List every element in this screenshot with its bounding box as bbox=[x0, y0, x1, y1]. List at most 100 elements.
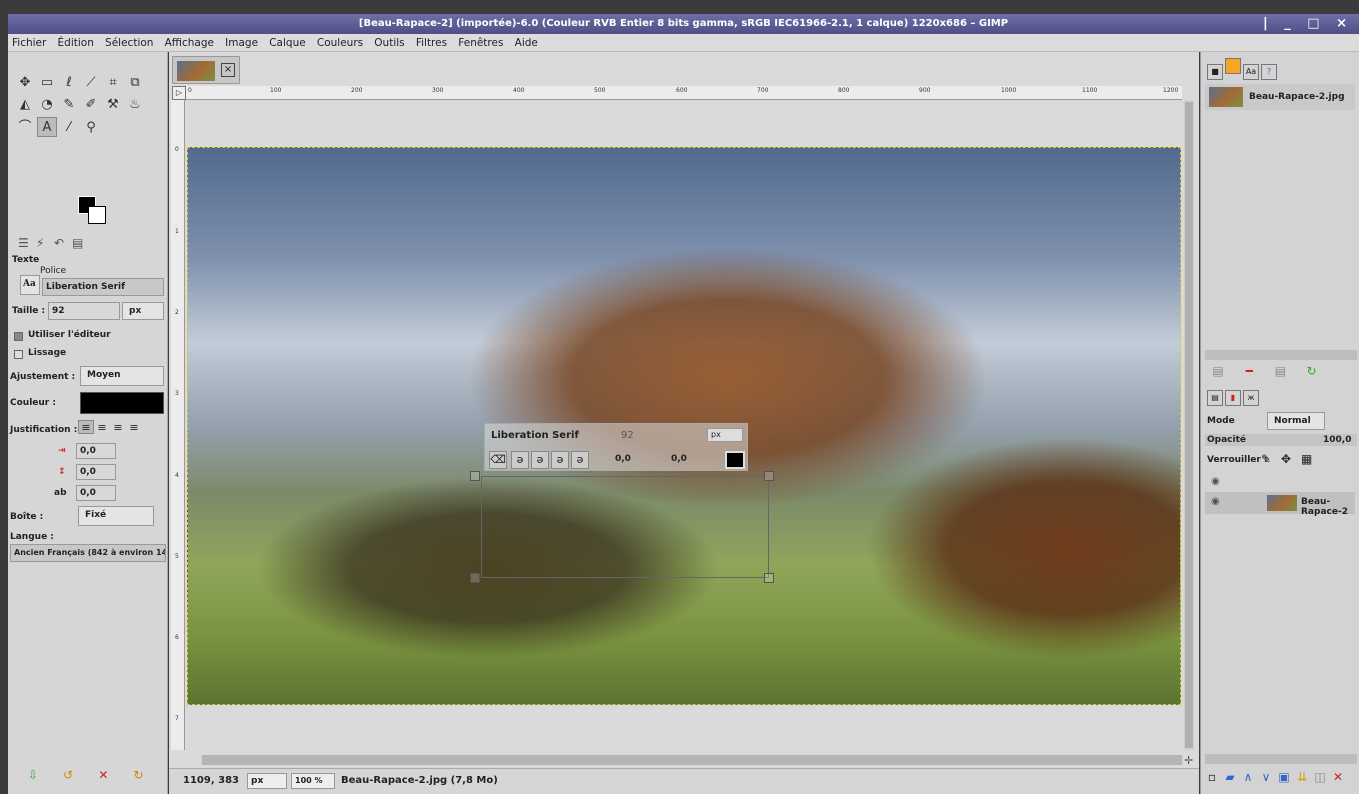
use-editor-checkbox[interactable] bbox=[14, 332, 23, 341]
restore-options-icon[interactable]: ↺ bbox=[59, 768, 77, 782]
overlay-baseline-input[interactable]: 0,0 bbox=[615, 454, 631, 464]
quick-mask-toggle-icon[interactable]: ▷ bbox=[172, 86, 186, 100]
visibility-eye-icon[interactable]: ◉ bbox=[1211, 497, 1223, 507]
background-color-swatch[interactable] bbox=[88, 206, 106, 224]
menu-filtres[interactable]: Filtres bbox=[412, 34, 451, 52]
visibility-eye-icon[interactable]: ◉ bbox=[1211, 477, 1223, 487]
layers-scrollbar[interactable] bbox=[1205, 754, 1357, 764]
fonts-tab-icon[interactable]: Aa bbox=[1243, 64, 1259, 80]
new-layer-icon[interactable]: ▫ bbox=[1203, 770, 1221, 784]
transform-tool-icon[interactable]: ⧉ bbox=[125, 73, 145, 93]
opacity-row[interactable]: Opacité 100,0 bbox=[1205, 434, 1357, 446]
justify-left-icon[interactable]: ≡ bbox=[78, 420, 94, 434]
refresh-icon[interactable]: ↻ bbox=[1303, 364, 1321, 378]
unit-select[interactable]: px bbox=[247, 773, 287, 789]
overlay-font-field[interactable]: Liberation Serif bbox=[491, 430, 579, 441]
size-unit-select[interactable]: px bbox=[122, 302, 164, 320]
zoom-tool-icon[interactable]: ⚲ bbox=[81, 118, 101, 138]
move-tool-icon[interactable]: ✥ bbox=[15, 73, 35, 93]
bucket-fill-tool-icon[interactable]: ◭ bbox=[15, 95, 35, 115]
font-field[interactable]: Liberation Serif bbox=[42, 278, 164, 296]
navigate-icon[interactable]: ✛ bbox=[1184, 755, 1196, 767]
menu-couleurs[interactable]: Couleurs bbox=[313, 34, 367, 52]
justify-fill-icon[interactable]: ≡ bbox=[126, 421, 142, 435]
image-tab[interactable]: × bbox=[172, 56, 240, 84]
resize-handle[interactable] bbox=[470, 471, 480, 481]
new-view-icon[interactable]: ▤ bbox=[1271, 364, 1289, 378]
anchor-layer-icon[interactable]: ⇊ bbox=[1293, 770, 1311, 784]
lock-position-icon[interactable]: ✥ bbox=[1281, 452, 1291, 466]
new-group-icon[interactable]: ▰ bbox=[1221, 770, 1239, 784]
clear-style-icon[interactable]: ⌫ bbox=[489, 451, 507, 469]
overlay-size-field[interactable]: 92 bbox=[621, 430, 634, 441]
lock-pixels-icon[interactable]: ✎ bbox=[1261, 452, 1271, 466]
layer-row[interactable]: ◉ Beau-Rapace-2 bbox=[1205, 492, 1355, 517]
resize-handle[interactable] bbox=[470, 573, 480, 583]
lock-alpha-icon[interactable]: ▦ bbox=[1301, 452, 1312, 466]
antialias-checkbox[interactable] bbox=[14, 350, 23, 359]
menu-edition[interactable]: Édition bbox=[54, 34, 98, 52]
color-picker-tool-icon[interactable]: ⁄ bbox=[59, 118, 79, 138]
justify-right-icon[interactable]: ≡ bbox=[94, 421, 110, 435]
lower-layer-icon[interactable]: ∨ bbox=[1257, 770, 1275, 784]
horizontal-scrollbar[interactable] bbox=[202, 755, 1182, 765]
hinting-select[interactable]: Moyen bbox=[80, 366, 164, 386]
clone-tool-icon[interactable]: ⚒ bbox=[103, 95, 123, 115]
box-mode-select[interactable]: Fixé bbox=[78, 506, 154, 526]
channels-tab-icon[interactable]: ▮ bbox=[1225, 390, 1241, 406]
paintbrush-tool-icon[interactable]: ✎ bbox=[59, 95, 79, 115]
device-status-tab-icon[interactable]: ⚡ bbox=[36, 236, 54, 250]
window-controls[interactable]: | _ □ × bbox=[1263, 14, 1353, 34]
crop-tool-icon[interactable]: ⌗ bbox=[103, 73, 123, 93]
size-input[interactable]: 92 bbox=[48, 302, 120, 320]
text-color-button[interactable] bbox=[80, 392, 164, 414]
vertical-scrollbar[interactable] bbox=[1184, 100, 1194, 750]
resize-handle[interactable] bbox=[764, 471, 774, 481]
underline-icon[interactable]: ə bbox=[551, 451, 569, 469]
menu-calque[interactable]: Calque bbox=[265, 34, 309, 52]
delete-image-icon[interactable]: ━ bbox=[1240, 364, 1258, 378]
menu-fenetres[interactable]: Fenêtres bbox=[454, 34, 507, 52]
vertical-scroll-thumb[interactable] bbox=[1185, 102, 1193, 748]
bold-icon[interactable]: ə bbox=[511, 451, 529, 469]
eraser-tool-icon[interactable]: ✐ bbox=[81, 95, 101, 115]
paths-tool-icon[interactable]: ⌒ bbox=[15, 118, 35, 138]
menu-fichier[interactable]: Fichier bbox=[8, 34, 50, 52]
overlay-unit-select[interactable]: px bbox=[707, 428, 743, 442]
help-tab-icon[interactable]: ? bbox=[1261, 64, 1277, 80]
layer-mode-select[interactable]: Normal bbox=[1267, 412, 1325, 430]
italic-icon[interactable]: ə bbox=[531, 451, 549, 469]
indent-input[interactable]: 0,0 bbox=[76, 443, 116, 459]
undo-history-tab-icon[interactable]: ↶ bbox=[54, 236, 72, 250]
language-field[interactable]: Ancien Français (842 à environ 140 bbox=[10, 544, 166, 562]
menu-outils[interactable]: Outils bbox=[370, 34, 408, 52]
mask-layer-icon[interactable]: ◫ bbox=[1311, 770, 1329, 784]
strikethrough-icon[interactable]: ə bbox=[571, 451, 589, 469]
image-list-item[interactable]: Beau-Rapace-2.jpg bbox=[1205, 84, 1355, 110]
delete-layer-icon[interactable]: ✕ bbox=[1329, 770, 1347, 784]
overlay-kerning-input[interactable]: 0,0 bbox=[671, 454, 687, 464]
reset-options-icon[interactable]: ↻ bbox=[130, 768, 148, 782]
raise-image-icon[interactable]: ▤ bbox=[1209, 364, 1227, 378]
duplicate-layer-icon[interactable]: ▣ bbox=[1275, 770, 1293, 784]
overlay-color-button[interactable] bbox=[725, 451, 745, 469]
letter-spacing-input[interactable]: 0,0 bbox=[76, 485, 116, 501]
text-box-frame[interactable] bbox=[470, 471, 774, 583]
fuzzy-select-tool-icon[interactable]: ⟋ bbox=[81, 73, 101, 93]
tool-options-tab-icon[interactable]: ☰ bbox=[18, 236, 36, 250]
paths-tab-icon[interactable]: ж bbox=[1243, 390, 1259, 406]
close-tab-icon[interactable]: × bbox=[221, 63, 235, 77]
menu-image[interactable]: Image bbox=[221, 34, 262, 52]
patterns-tab-icon[interactable] bbox=[1225, 58, 1241, 74]
brushes-tab-icon[interactable]: ■ bbox=[1207, 64, 1223, 80]
menu-affichage[interactable]: Affichage bbox=[161, 34, 218, 52]
rect-select-tool-icon[interactable]: ▭ bbox=[37, 73, 57, 93]
font-preview-button[interactable]: Aa bbox=[20, 275, 40, 295]
smudge-tool-icon[interactable]: ♨ bbox=[125, 95, 145, 115]
menu-aide[interactable]: Aide bbox=[511, 34, 542, 52]
images-tab-icon[interactable]: ▤ bbox=[72, 236, 90, 250]
justify-center-icon[interactable]: ≡ bbox=[110, 421, 126, 435]
dock-scrollbar[interactable] bbox=[1205, 350, 1357, 360]
delete-options-icon[interactable]: ✕ bbox=[94, 768, 112, 782]
save-options-icon[interactable]: ⇩ bbox=[24, 768, 42, 782]
